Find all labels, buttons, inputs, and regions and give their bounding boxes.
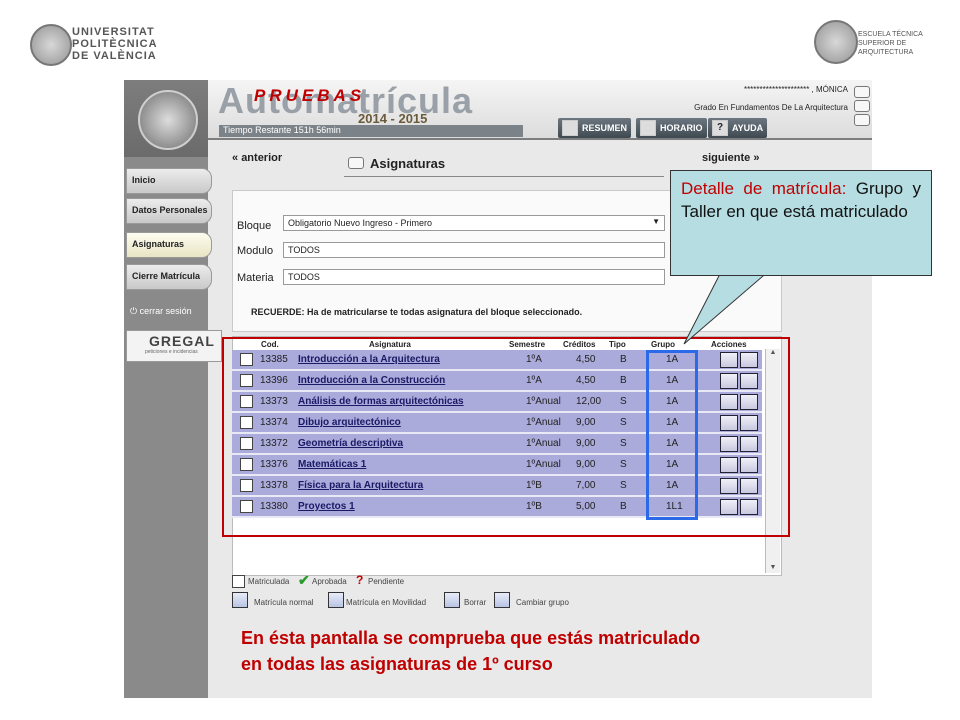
help-icon: ? <box>712 120 728 136</box>
modulo-label: Modulo <box>237 245 274 257</box>
resumen-button[interactable]: RESUMEN <box>558 118 632 138</box>
callout-title: Detalle de matrícula: <box>681 179 847 198</box>
upv-logo-text: UNIVERSITAT POLITÈCNICA DE VALÈNCIA <box>72 26 158 62</box>
pencil-icon <box>232 592 248 608</box>
gregal-subtext: peticiones e incidencias <box>145 349 198 355</box>
bloque-value: Obligatorio Nuevo Ingreso - Primero <box>288 218 433 228</box>
upv-line-1: UNIVERSITAT <box>72 26 155 38</box>
test-watermark: PRUEBAS <box>254 86 366 105</box>
sidebar-item-inicio[interactable]: Inicio <box>126 168 212 194</box>
academic-year: 2014 - 2015 <box>358 111 428 126</box>
check-icon: ✔ <box>298 572 310 588</box>
prev-link[interactable]: « anterior <box>232 152 282 164</box>
mobility-icon <box>328 592 344 608</box>
next-label: siguiente <box>702 152 751 164</box>
resumen-label: RESUMEN <box>582 123 628 133</box>
section-header: Asignaturas <box>344 154 664 177</box>
scroll-down-icon[interactable]: ▼ <box>766 564 780 571</box>
user-name: ********************* , MÓNICA <box>743 85 848 94</box>
legend-aprobada: Aprobada <box>312 577 347 586</box>
sidebar-item-datos-personales[interactable]: Datos Personales <box>126 198 212 224</box>
university-seal-icon <box>138 90 198 150</box>
time-remaining: Tiempo Restante 151h 56min <box>219 125 523 137</box>
prev-label: anterior <box>241 152 283 164</box>
materia-select[interactable]: TODOS <box>283 269 665 285</box>
horario-label: HORARIO <box>660 123 703 133</box>
legend-matriculada: Matriculada <box>248 577 290 586</box>
user-checkbox[interactable] <box>854 86 870 98</box>
etsa-line-3: ARQUITECTURA <box>858 49 914 56</box>
double-chevron-left-icon: « <box>232 152 239 164</box>
note-line-2: en todas las asignaturas de 1º curso <box>241 654 553 674</box>
gregal-logo[interactable]: GREGAL peticiones e incidencias <box>126 330 222 362</box>
bloque-label: Bloque <box>237 220 272 232</box>
legend-matricula-normal: Matrícula normal <box>254 598 314 607</box>
etsa-logo-text: ESCUELA TÉCNICA SUPERIOR DE ARQUITECTURA <box>858 30 923 57</box>
next-link[interactable]: siguiente » <box>702 152 759 164</box>
degree-checkbox[interactable] <box>854 100 870 112</box>
extra-checkbox[interactable] <box>854 114 870 126</box>
horario-button[interactable]: HORARIO <box>636 118 707 138</box>
resumen-icon <box>562 120 578 136</box>
etsa-line-1: ESCUELA TÉCNICA <box>858 31 923 38</box>
table-highlight-box <box>222 337 790 537</box>
upv-line-2: POLITÈCNICA <box>72 38 158 50</box>
modulo-select[interactable]: TODOS <box>283 242 665 258</box>
explanation-note: En ésta pantalla se comprueba que estás … <box>241 625 881 677</box>
legend-borrar: Borrar <box>464 598 487 607</box>
gregal-text: GREGAL <box>149 333 215 349</box>
etsa-seal-icon <box>814 20 858 64</box>
bloque-select[interactable]: Obligatorio Nuevo Ingreso - Primero ▼ <box>283 215 665 231</box>
callout-pointer <box>683 270 771 345</box>
swap-icon <box>494 592 510 608</box>
horario-icon <box>640 120 656 136</box>
materia-label: Materia <box>237 272 274 284</box>
sidebar-item-asignaturas[interactable]: Asignaturas <box>126 232 212 258</box>
power-icon: ⏻ <box>130 306 138 316</box>
section-icon <box>348 157 364 169</box>
upv-seal-icon <box>30 24 72 66</box>
brand-bar <box>124 80 208 157</box>
legend-pendiente: Pendiente <box>368 577 405 586</box>
reminder-text: RECUERDE: Ha de matricularse te todas as… <box>251 307 583 317</box>
legend-matricula-movilidad: Matrícula en Movilidad <box>346 598 427 607</box>
ayuda-button[interactable]: ? AYUDA <box>708 118 768 138</box>
legend-cambiar-grupo: Cambiar grupo <box>516 598 569 607</box>
chevron-down-icon: ▼ <box>652 217 660 226</box>
note-line-1: En ésta pantalla se comprueba que estás … <box>241 628 701 648</box>
section-title: Asignaturas <box>370 156 446 171</box>
detail-callout: Detalle de matrícula: Grupo y Taller en … <box>670 170 932 276</box>
ayuda-label: AYUDA <box>732 123 764 133</box>
logout-link[interactable]: ⏻ cerrar sesión <box>130 306 192 317</box>
group-column-highlight-box <box>646 350 698 520</box>
sidebar-item-cierre-matricula[interactable]: Cierre Matrícula <box>126 264 212 290</box>
etsa-line-2: SUPERIOR DE <box>858 40 907 47</box>
logout-label: cerrar sesión <box>139 306 192 316</box>
matriculada-icon <box>232 575 245 588</box>
erase-icon <box>444 592 460 608</box>
question-icon: ? <box>356 573 364 587</box>
double-chevron-right-icon: » <box>753 152 760 164</box>
upv-line-3: DE VALÈNCIA <box>72 50 157 62</box>
degree-name: Grado En Fundamentos De La Arquitectura <box>694 103 848 112</box>
